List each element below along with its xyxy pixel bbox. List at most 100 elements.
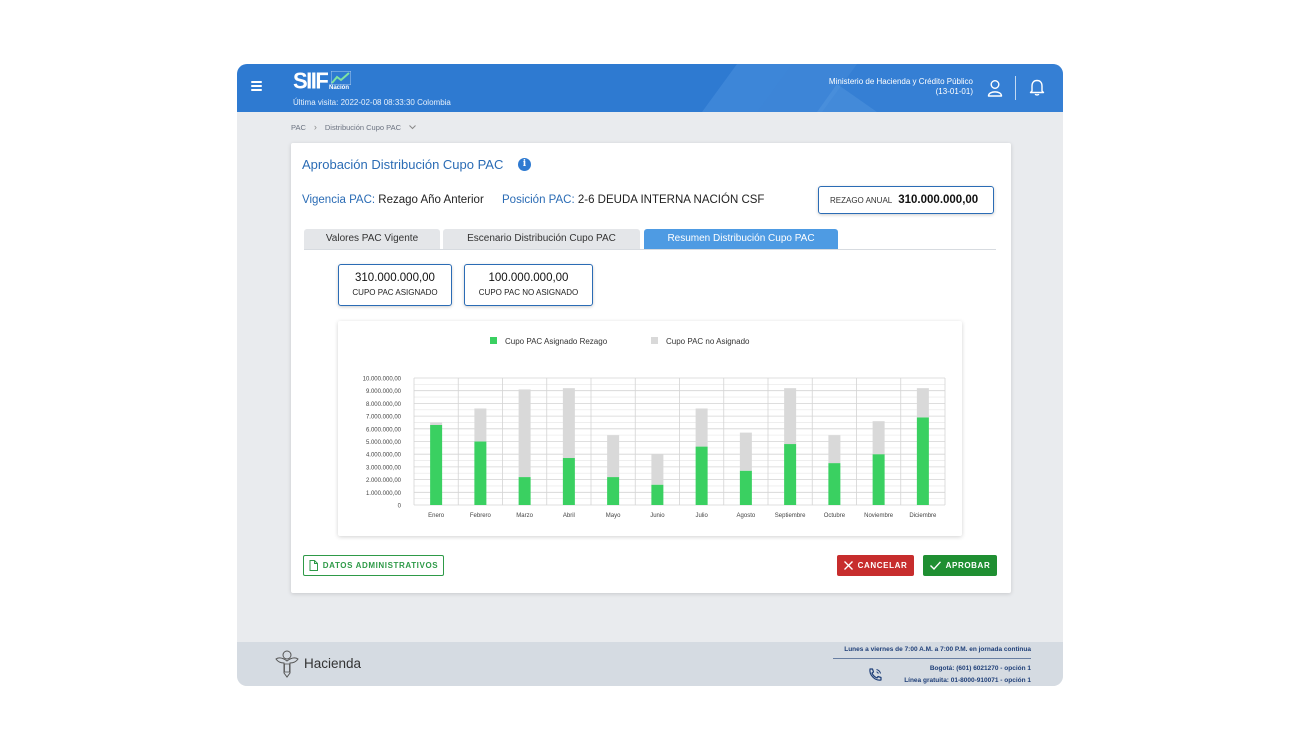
x-tick-label: Octubre [824, 513, 846, 519]
bar-no-asignado [562, 388, 575, 459]
cupo-no-asignado-value: 100.000.000,00 [488, 272, 569, 284]
vigencia-info: Vigencia PAC: Rezago Año Anterior [302, 194, 484, 206]
legend-swatch [651, 337, 658, 344]
x-tick-label: Febrero [470, 513, 492, 519]
main-card: Aprobación Distribución Cupo PAC i Vigen… [291, 143, 1011, 593]
y-tick-label: 5.000.000,00 [366, 440, 402, 446]
bell-icon[interactable] [1027, 77, 1047, 97]
ministry-code: (13-01-01) [935, 87, 973, 96]
document-icon [309, 560, 318, 571]
user-icon[interactable] [985, 78, 1005, 98]
bar-no-asignado [607, 435, 620, 478]
x-tick-label: Mayo [606, 513, 621, 519]
top-header: SIIF Nación Última visita: 2022-02-08 08… [237, 64, 1063, 112]
cancel-label: CANCELAR [857, 561, 908, 570]
phone-icon [869, 668, 882, 681]
footer-phone-bogota: Bogotá: (601) 6021270 - opción 1 [929, 665, 1031, 672]
footer-brand: Hacienda [304, 656, 362, 671]
datos-administrativos-label: DATOS ADMINISTRATIVOS [322, 561, 439, 570]
footer-phone-free: Línea gratuita: 01-8000-910071 - opción … [904, 677, 1031, 684]
bar-asignado [474, 441, 487, 505]
bar-asignado [695, 446, 708, 505]
y-tick-label: 1.000.000,00 [366, 491, 402, 497]
bar-asignado [562, 458, 575, 505]
x-tick-label: Septiembre [775, 513, 806, 519]
cupo-no-asignado-label: CUPO PAC NO ASIGNADO [478, 288, 579, 297]
bar-asignado [430, 424, 443, 505]
tab-resumen-distribucion[interactable]: Resumen Distribución Cupo PAC [644, 229, 838, 249]
x-tick-label: Noviembre [864, 513, 894, 519]
info-icon[interactable]: i [518, 158, 531, 171]
bar-no-asignado [828, 435, 841, 464]
vigencia-value: Rezago Año Anterior [378, 194, 484, 206]
vigencia-label: Vigencia PAC: [302, 194, 376, 206]
bar-no-asignado [695, 408, 708, 447]
y-tick-label: 9.000.000,00 [366, 389, 402, 395]
x-tick-label: Diciembre [909, 513, 937, 519]
ministry-info: Ministerio de Hacienda y Crédito Público… [829, 77, 973, 97]
y-tick-label: 3.000.000,00 [366, 465, 402, 471]
legend-swatch [490, 337, 497, 344]
bar-asignado [739, 470, 752, 505]
x-tick-label: Julio [695, 513, 708, 519]
rezago-value: 310.000.000,00 [898, 194, 979, 206]
bar-no-asignado [518, 389, 531, 478]
ministry-name: Ministerio de Hacienda y Crédito Público [828, 77, 973, 86]
datos-administrativos-button[interactable]: DATOS ADMINISTRATIVOS [303, 555, 444, 576]
cancel-button[interactable]: CANCELAR [837, 555, 914, 576]
x-tick-label: Marzo [516, 513, 533, 519]
x-tick-label: Enero [428, 513, 445, 519]
breadcrumb-separator: › [313, 122, 317, 132]
bar-no-asignado [739, 432, 752, 471]
x-tick-label: Abril [563, 513, 575, 519]
footer-hours: Lunes a viernes de 7:00 A.M. a 7:00 P.M.… [844, 646, 1031, 653]
bar-asignado [518, 477, 531, 505]
stacked-bar-chart: Cupo PAC Asignado Rezago Cupo PAC no Asig… [363, 337, 946, 519]
tab-escenario-distribucion[interactable]: Escenario Distribución Cupo PAC [443, 229, 640, 249]
x-tick-label: Agosto [737, 513, 756, 519]
bar-asignado [828, 463, 841, 505]
rezago-label: REZAGO ANUAL [830, 195, 893, 205]
y-tick-label: 0 [398, 504, 402, 510]
y-tick-label: 6.000.000,00 [366, 427, 402, 433]
app-frame: SIIF Nación Última visita: 2022-02-08 08… [237, 64, 1063, 686]
logo-chart-icon [331, 71, 351, 85]
check-icon [929, 561, 941, 570]
bar-asignado [651, 484, 664, 505]
bar-asignado [784, 444, 797, 505]
cupo-no-asignado-box: 100.000.000,00 CUPO PAC NO ASIGNADO [464, 264, 593, 306]
cupo-asignado-label: CUPO PAC ASIGNADO [352, 288, 438, 297]
bar-asignado [607, 477, 620, 505]
bar-no-asignado [916, 388, 929, 418]
bar-asignado [872, 454, 885, 505]
legend-label: Cupo PAC no Asignado [666, 337, 750, 346]
bar-no-asignado [651, 454, 664, 485]
header-divider [1015, 76, 1016, 100]
x-tick-label: Junio [650, 513, 665, 519]
cupo-asignado-value: 310.000.000,00 [355, 272, 435, 284]
bar-asignado [916, 417, 929, 505]
posicion-info: Posición PAC: 2-6 DEUDA INTERNA NACIÓN C… [502, 194, 764, 206]
rezago-anual-box: REZAGO ANUAL 310.000.000,00 [818, 186, 994, 214]
close-icon [843, 561, 853, 570]
breadcrumb-distribucion[interactable]: Distribución Cupo PAC [325, 123, 401, 132]
y-tick-label: 10.000.000,00 [363, 377, 402, 383]
tab-bar: Valores PAC Vigente Escenario Distribuci… [304, 229, 996, 250]
y-tick-label: 8.000.000,00 [366, 402, 402, 408]
bar-no-asignado [784, 388, 797, 445]
breadcrumb-pac[interactable]: PAC [291, 123, 306, 132]
posicion-label: Posición PAC: [502, 194, 575, 206]
bar-no-asignado [430, 422, 443, 425]
tab-valores-pac-vigente[interactable]: Valores PAC Vigente [304, 229, 440, 249]
chevron-down-icon[interactable] [409, 124, 416, 130]
posicion-value: 2-6 DEUDA INTERNA NACIÓN CSF [577, 194, 765, 206]
logo-text: SIIF [293, 67, 329, 94]
logo-subtext: Nación [329, 85, 350, 91]
hamburger-menu-icon[interactable] [251, 81, 262, 93]
y-tick-label: 7.000.000,00 [366, 415, 402, 421]
cupo-asignado-box: 310.000.000,00 CUPO PAC ASIGNADO [338, 264, 452, 306]
approve-label: APROBAR [945, 561, 991, 570]
bar-no-asignado [474, 408, 487, 442]
footer: Hacienda Lunes a viernes de 7:00 A.M. a … [237, 642, 1063, 686]
approve-button[interactable]: APROBAR [923, 555, 997, 576]
